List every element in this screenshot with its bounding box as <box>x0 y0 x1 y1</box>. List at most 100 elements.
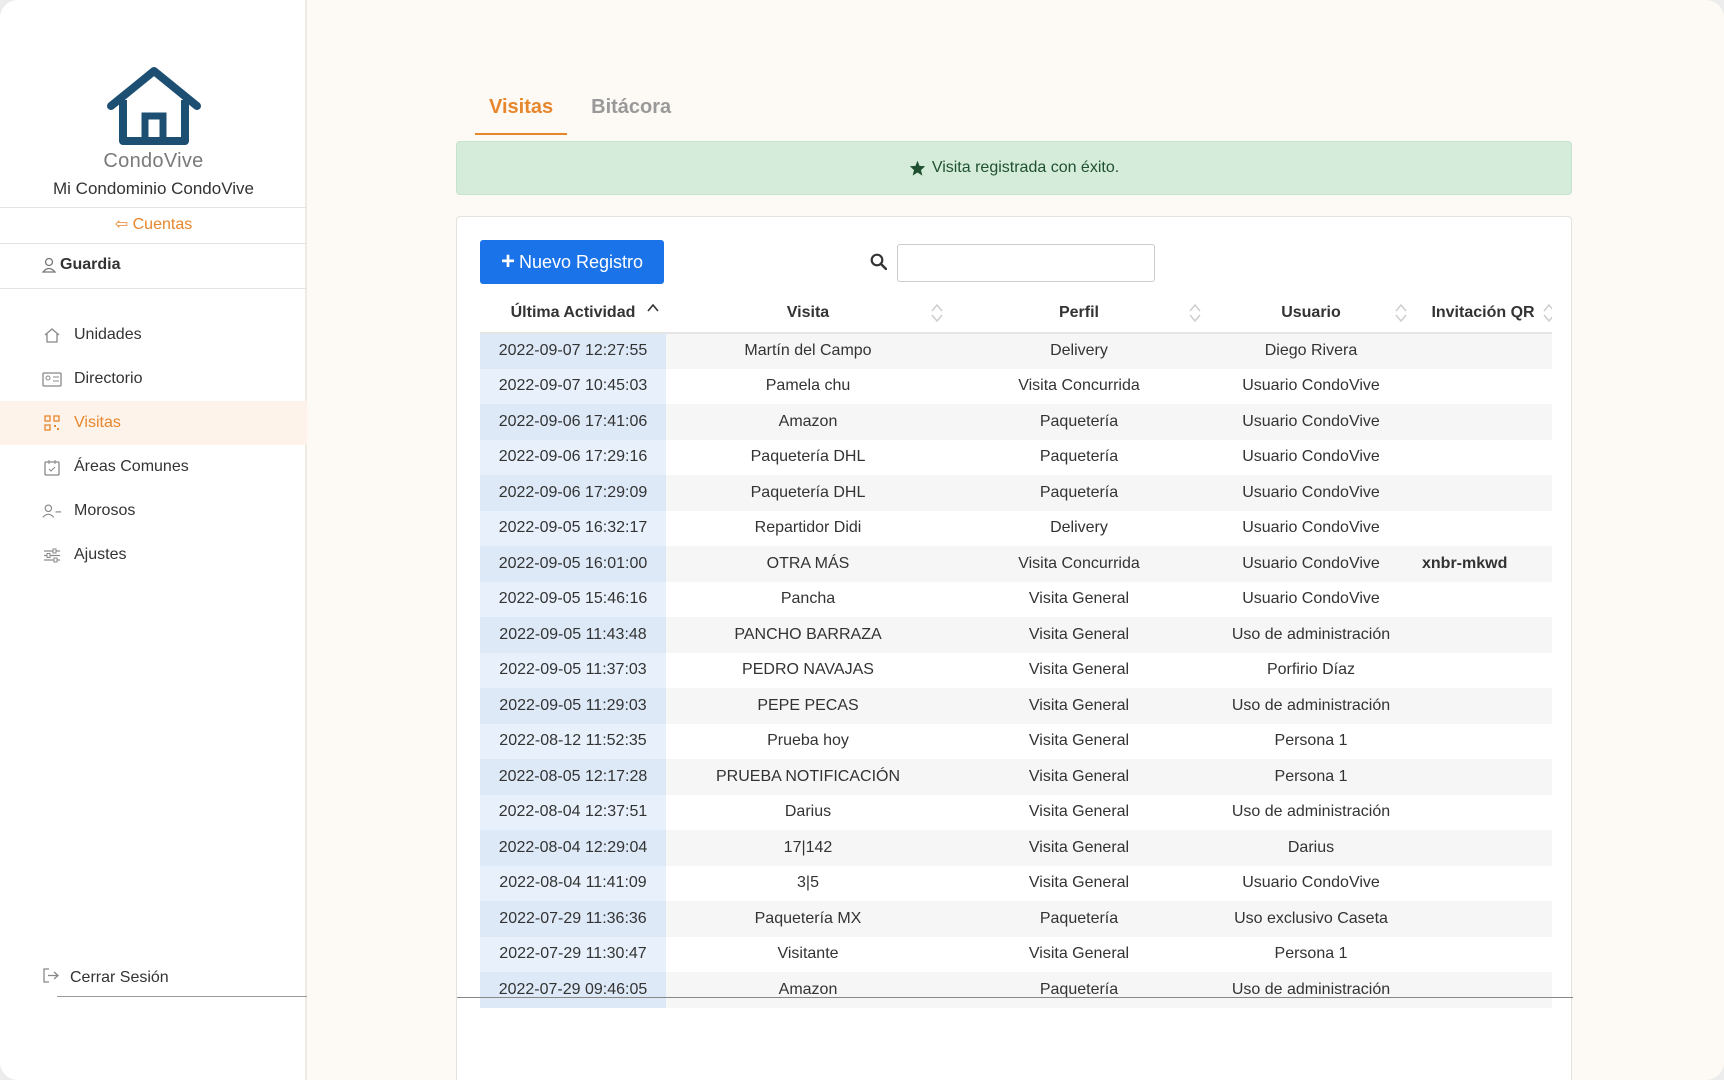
star-icon <box>909 160 925 176</box>
table-row[interactable]: 2022-09-06 17:29:09 Paquetería DHL Paquete… <box>480 475 1552 511</box>
cell-user: Diego Rivera <box>1208 333 1414 369</box>
search-input[interactable] <box>897 244 1155 282</box>
logout-button[interactable]: Cerrar Sesión <box>42 968 169 988</box>
cell-visit: Pancha <box>780 590 836 608</box>
cell-profile: Paquetería <box>950 475 1208 511</box>
cell-user: Usuario CondoVive <box>1242 377 1380 395</box>
cell-date: 2022-07-29 11:36:36 <box>480 901 666 937</box>
cell-visit: Paquetería DHL <box>666 475 950 511</box>
cell-profile: Visita General <box>1028 590 1130 608</box>
cell-profile: Visita Concurrida <box>950 546 1208 582</box>
cell-qr <box>1414 759 1552 795</box>
cell-profile: Visita General <box>1028 874 1130 892</box>
accounts-link[interactable]: ⇦ Cuentas <box>0 214 307 234</box>
table-row[interactable]: 2022-09-05 11:37:03 PEDRO NAVAJAS Visita G… <box>480 652 1552 688</box>
table-row[interactable]: 2022-08-12 11:52:35 Prueba hoy Visita Gene… <box>480 723 1552 759</box>
cell-profile: Paquetería <box>950 404 1208 440</box>
sidebar-item-ajustes[interactable]: Ajustes <box>0 533 307 577</box>
table-row[interactable]: 2022-09-05 11:43:48 PANCHO BARRAZA Visita … <box>480 617 1552 653</box>
table-row[interactable]: 2022-07-29 09:46:05 Amazon Paquetería Uso d… <box>480 972 1552 1008</box>
cell-profile: Visita General <box>1028 945 1130 963</box>
column-header-ultima-actividad[interactable]: Última Actividad <box>480 293 666 334</box>
logout-label: Cerrar Sesión <box>70 969 169 986</box>
table-row[interactable]: 2022-09-05 16:01:00 OTRA MÁS Visita Concur… <box>480 546 1552 582</box>
table-row[interactable]: 2022-08-04 12:37:51 Darius Visita General U… <box>480 794 1552 830</box>
table-row[interactable]: 2022-09-05 11:29:03 PEPE PECAS Visita Gene… <box>480 688 1552 724</box>
sidebar-item-areas-comunes[interactable]: Áreas Comunes <box>0 445 307 489</box>
cell-profile: Visita General <box>950 617 1208 653</box>
visits-table: Última Actividad Visita Perfil Usuario I… <box>480 293 1552 1008</box>
table-row[interactable]: 2022-09-05 15:46:16 Pancha Visita General U… <box>480 581 1552 618</box>
table-row[interactable]: 2022-09-05 16:32:17 Repartidor Didi Delive… <box>480 510 1552 546</box>
column-header-label: Usuario <box>1281 303 1341 321</box>
cell-date: 2022-09-07 10:45:03 <box>480 368 666 404</box>
cell-visit: Paquetería DHL <box>750 448 866 466</box>
cell-user: Uso de administración <box>1231 803 1391 821</box>
cell-profile: Paquetería <box>950 901 1208 937</box>
table-row[interactable]: 2022-09-06 17:41:06 Amazon Paquetería Usuar… <box>480 404 1552 440</box>
cell-visit: Darius <box>784 803 832 821</box>
table-row[interactable]: 2022-07-29 11:30:47 Visitante Visita Gener… <box>480 936 1552 972</box>
cell-date: 2022-07-29 11:30:47 <box>480 936 666 972</box>
cell-qr <box>1414 475 1552 511</box>
cell-visit: OTRA MÁS <box>666 546 950 582</box>
tab-visitas[interactable]: Visitas <box>475 88 568 135</box>
sidebar-item-label: Directorio <box>74 370 143 387</box>
cell-qr <box>1414 582 1552 618</box>
sidebar-item-directorio[interactable]: Directorio <box>0 357 307 401</box>
cell-user: Uso de administración <box>1208 972 1414 1008</box>
column-header-usuario[interactable]: Usuario <box>1208 293 1414 334</box>
cell-user: Uso de administración <box>1208 688 1414 724</box>
sidebar-item-unidades[interactable]: Unidades <box>0 313 307 357</box>
cell-visit: Pamela chu <box>765 377 851 395</box>
table-row[interactable]: 2022-07-29 11:36:36 Paquetería MX Paqueter… <box>480 901 1552 937</box>
cell-date: 2022-09-05 16:32:17 <box>480 510 666 546</box>
new-record-label: Nuevo Registro <box>518 251 644 272</box>
table-row[interactable]: 2022-09-07 10:45:03 Pamela chu Visita Conc… <box>480 368 1552 405</box>
cell-visit: Amazon <box>666 404 950 440</box>
cell-profile: Visita General <box>950 688 1208 724</box>
sidebar-item-visitas[interactable]: Visitas <box>0 401 307 445</box>
divider <box>0 207 307 208</box>
search-icon <box>870 253 887 270</box>
cell-user: Uso de administración <box>1208 617 1414 653</box>
tab-bitacora[interactable]: Bitácora <box>577 88 685 135</box>
cell-visit: PEPE PECAS <box>666 688 950 724</box>
table-row[interactable]: 2022-09-06 17:29:16 Paquetería DHL Paquete… <box>480 439 1552 475</box>
sidebar-item-label: Ajustes <box>74 546 127 563</box>
column-header-invitacion-qr[interactable]: Invitación QR <box>1414 293 1552 334</box>
table-row[interactable]: 2022-08-05 12:17:28 PRUEBA NOTIFICACIÓN Vi… <box>480 759 1552 795</box>
column-header-label: Invitación QR <box>1431 303 1535 321</box>
cell-user: Usuario CondoVive <box>1208 475 1414 511</box>
column-header-visita[interactable]: Visita <box>666 293 950 334</box>
table-row[interactable]: 2022-08-04 12:29:04 17|142 Visita General D… <box>480 830 1552 866</box>
cell-date: 2022-09-06 17:41:06 <box>480 404 666 440</box>
sidebar-nav: Unidades Directorio Visitas Áreas Comune… <box>0 313 307 577</box>
cell-visit: 3|5 <box>797 874 819 892</box>
cell-user: Usuario CondoVive <box>1208 404 1414 440</box>
calendar-icon <box>42 458 62 476</box>
sidebar-item-morosos[interactable]: Morosos <box>0 489 307 533</box>
user-minus-icon <box>42 502 62 520</box>
cell-date: 2022-08-04 11:41:09 <box>480 865 666 901</box>
table-row[interactable]: 2022-08-04 11:41:09 3|5 Visita General Usua… <box>480 865 1552 901</box>
sidebar-item-label: Áreas Comunes <box>74 458 189 475</box>
cell-visit: Martín del Campo <box>666 333 950 369</box>
table-row[interactable]: 2022-09-07 12:27:55 Martín del Campo Deliv… <box>480 333 1552 369</box>
qr-code-icon <box>42 414 62 432</box>
cell-user: Usuario CondoVive <box>1242 448 1380 466</box>
sign-out-icon <box>42 968 60 988</box>
user-icon <box>42 257 56 273</box>
divider <box>57 996 307 997</box>
brand-block: CondoVive Mi Condominio CondoVive <box>0 66 307 199</box>
cell-qr <box>1414 369 1552 405</box>
column-header-label: Perfil <box>1058 303 1099 321</box>
new-record-button[interactable]: + Nuevo Registro <box>480 240 664 284</box>
cell-qr <box>1414 901 1552 937</box>
divider <box>457 997 1573 998</box>
column-header-perfil[interactable]: Perfil <box>950 293 1208 334</box>
cell-visit: Repartidor Didi <box>754 519 862 537</box>
sidebar-item-label: Unidades <box>74 326 142 343</box>
back-arrow-icon: ⇦ <box>114 216 129 233</box>
home-icon <box>42 326 62 344</box>
